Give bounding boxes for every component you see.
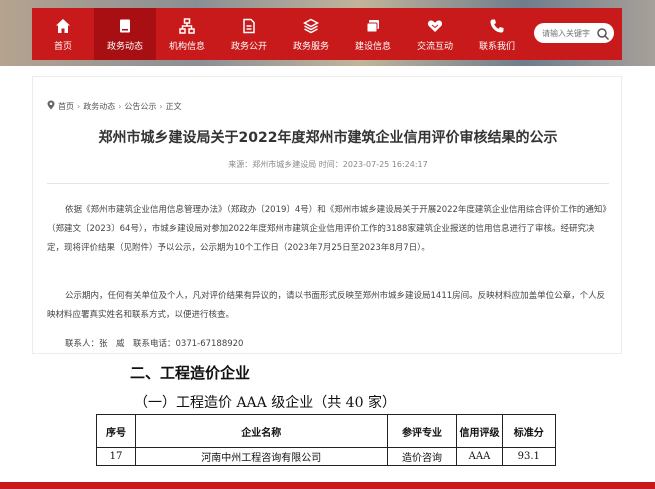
nav-label: 交流互动 <box>416 41 453 52</box>
nav-label: 建设信息 <box>354 41 391 52</box>
search-box <box>534 23 614 43</box>
column-header: 企业名称 <box>135 414 388 448</box>
column-header: 序号 <box>95 414 137 448</box>
article-title: 郑州市城乡建设局关于2022年度郑州市建筑企业信用评价审核结果的公示 <box>98 130 558 146</box>
column-header: 信用评级 <box>456 414 503 448</box>
nav-item-contact[interactable]: 联系我们 <box>466 8 528 60</box>
table-header-row: 序号 企业名称 参评专业 信用评级 标准分 <box>95 414 557 448</box>
handshake-icon <box>426 17 444 35</box>
nav-label: 机构信息 <box>168 41 205 52</box>
home-icon <box>54 17 72 35</box>
breadcrumb-notices[interactable]: 公告公示 <box>124 101 156 112</box>
table-cell: 17 <box>95 447 137 466</box>
chevron-right-icon: › <box>77 101 81 111</box>
article-meta: 来源：郑州市城乡建设局 时间：2023-07-25 16:24:17 <box>228 160 428 169</box>
article-paragraph: 依据《郑州市建筑企业信用信息管理办法》（郑政办〔2019〕4号）和《郑州市城乡建… <box>47 205 607 253</box>
article-paragraph: 公示期内，任何有关单位及个人，凡对评价结果有异议的，请以书面形式反映至郑州市城乡… <box>47 291 606 320</box>
breadcrumb-home[interactable]: 首页 <box>58 101 74 112</box>
column-header: 标准分 <box>501 414 557 448</box>
nav-label: 政务服务 <box>292 41 329 52</box>
attachment-image: 二、工程造价企业 （一）工程造价 AAA 级企业（共 40 家） 序号 企业名称… <box>88 354 558 472</box>
nav-label: 政务公开 <box>230 41 267 52</box>
file-icon <box>240 17 258 35</box>
breadcrumb-news[interactable]: 政务动态 <box>83 101 115 112</box>
doc-heading: 二、工程造价企业 <box>130 364 251 382</box>
doc-table: 序号 企业名称 参评专业 信用评级 标准分 17 河南中州工程咨询有限公司 造价… <box>95 414 557 466</box>
table-cell: 造价咨询 <box>386 447 458 466</box>
nav-item-home[interactable]: 首页 <box>32 8 94 60</box>
nav-label: 政务动态 <box>106 41 143 52</box>
nav-item-interaction[interactable]: 交流互动 <box>404 8 466 60</box>
nav-item-news[interactable]: 政务动态 <box>94 8 156 60</box>
table-cell: 93.1 <box>501 447 557 466</box>
search-icon[interactable] <box>596 26 610 41</box>
nav-item-org[interactable]: 机构信息 <box>156 8 218 60</box>
chevron-right-icon: › <box>118 101 122 111</box>
org-chart-icon <box>178 17 196 35</box>
divider <box>47 183 609 184</box>
breadcrumb-current: 正文 <box>165 101 182 111</box>
table-cell: 河南中州工程咨询有限公司 <box>135 447 388 466</box>
nav-item-public[interactable]: 政务公开 <box>218 8 280 60</box>
nav-item-service[interactable]: 政务服务 <box>280 8 342 60</box>
table-row: 17 河南中州工程咨询有限公司 造价咨询 AAA 93.1 <box>95 447 557 466</box>
search-input[interactable] <box>542 28 596 38</box>
main-nav: 首页 政务动态 机构信息 政务公开 政务服务 建设信息 交流互动 联系我们 请输… <box>32 8 622 60</box>
nav-label: 首页 <box>53 41 72 52</box>
breadcrumb: 首页 › 政务动态 › 公告公示 › 正文 <box>47 100 182 112</box>
layers-icon <box>302 17 320 35</box>
column-header: 参评专业 <box>386 414 458 448</box>
chevron-right-icon: › <box>159 101 163 111</box>
nav-item-construction[interactable]: 建设信息 <box>342 8 404 60</box>
location-pin-icon <box>47 100 55 112</box>
phone-icon <box>488 17 506 35</box>
page: 首页 政务动态 机构信息 政务公开 政务服务 建设信息 交流互动 联系我们 请输… <box>0 0 655 489</box>
doc-subheading: （一）工程造价 AAA 级企业（共 40 家） <box>134 395 396 411</box>
document-icon <box>116 17 134 35</box>
table-cell: AAA <box>456 447 503 466</box>
article-card: 首页 › 政务动态 › 公告公示 › 正文 郑州市城乡建设局关于2022年度郑州… <box>32 76 622 354</box>
footer-bar <box>0 482 655 489</box>
nav-label: 联系我们 <box>478 41 515 52</box>
contact-info: 联系人：张 威 联系电话：0371-67188920 <box>65 339 244 349</box>
folder-icon <box>364 17 382 35</box>
